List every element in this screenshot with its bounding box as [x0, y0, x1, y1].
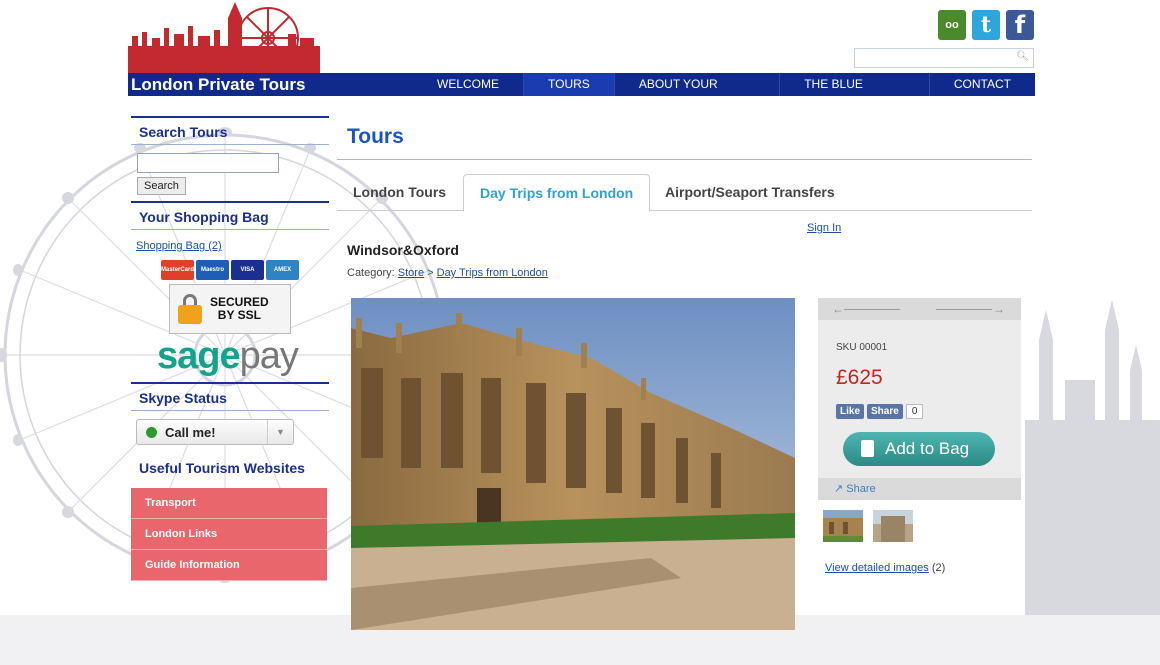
ssl-text: SECURED BY SSL	[210, 296, 269, 322]
facebook-like-button[interactable]: Like	[836, 404, 865, 419]
arrow-left-line	[844, 309, 900, 310]
tripadvisor-icon[interactable]: oo	[938, 10, 966, 40]
product-price: £625	[836, 366, 883, 389]
site-search-input[interactable]: 🔍︎	[854, 48, 1034, 68]
skype-status-heading: Skype Status	[131, 382, 329, 411]
sidebar: Search Tours Search Your Shopping Bag Sh…	[131, 116, 329, 581]
useful-websites-heading: Useful Tourism Websites	[139, 460, 305, 476]
skype-status-icon	[146, 427, 157, 438]
amex-icon: AMEX	[266, 260, 299, 280]
category-day-trips-link[interactable]: Day Trips from London	[437, 267, 548, 279]
shopping-bag-heading: Your Shopping Bag	[131, 201, 329, 230]
nav-about-your-guide[interactable]: ABOUT YOUR GUIDE	[615, 73, 781, 114]
twitter-icon[interactable]: t	[972, 10, 1000, 40]
sagepay-pay: pay	[239, 335, 299, 377]
ssl-badge: SECURED BY SSL	[169, 284, 291, 334]
breadcrumb: Category: Store > Day Trips from London	[347, 267, 548, 279]
share-label[interactable]: Share	[846, 483, 875, 495]
social-links: oo t f	[938, 10, 1034, 40]
tour-tabs: London Tours Day Trips from London Airpo…	[337, 174, 1032, 212]
add-to-bag-button[interactable]: Add to Bag	[843, 432, 995, 466]
shopping-bag-link[interactable]: Shopping Bag (2)	[131, 230, 329, 252]
link-guide-information[interactable]: Guide Information	[131, 550, 327, 581]
ssl-line-2: BY SSL	[217, 308, 261, 322]
facebook-share-count: 0	[905, 404, 924, 419]
nav-the-blue-badge[interactable]: THE BLUE BADGE	[780, 73, 930, 114]
thumbnail-image[interactable]	[823, 510, 863, 542]
tab-day-trips[interactable]: Day Trips from London	[463, 174, 651, 212]
visa-icon: VISA	[231, 260, 264, 280]
tour-search-input[interactable]	[137, 153, 279, 173]
share-link[interactable]: ↗ Share	[818, 478, 1021, 500]
london-skyline-logo[interactable]	[128, 0, 320, 74]
payment-cards: MasterCard Maestro VISA AMEX	[161, 260, 329, 280]
arrow-left-icon[interactable]: ←	[832, 302, 844, 316]
link-transport[interactable]: Transport	[131, 488, 327, 519]
add-to-bag-label[interactable]: Add to Bag	[885, 439, 969, 458]
share-icon: ↗	[834, 483, 844, 495]
search-icon[interactable]: 🔍︎	[1016, 51, 1029, 62]
chevron-down-icon[interactable]: ▼	[267, 420, 293, 444]
mastercard-icon: MasterCard	[161, 260, 194, 280]
maestro-icon: Maestro	[196, 260, 229, 280]
skyline-watermark	[1025, 300, 1160, 620]
skype-call-label[interactable]: Call me!	[165, 425, 216, 440]
facebook-icon[interactable]: f	[1006, 10, 1034, 40]
shopping-bag-link-text[interactable]: Shopping Bag	[136, 240, 205, 252]
thumbnail-image[interactable]	[873, 510, 913, 542]
category-store-link[interactable]: Store	[398, 267, 424, 279]
breadcrumb-separator: >	[427, 267, 434, 279]
link-london-links[interactable]: London Links	[131, 519, 327, 550]
nav-tours[interactable]: TOURS	[524, 73, 615, 96]
view-detailed-images-link[interactable]: View detailed images	[825, 562, 929, 574]
tab-london-tours[interactable]: London Tours	[337, 174, 462, 211]
nav-contact[interactable]: CONTACT	[930, 73, 1035, 96]
search-tours-heading: Search Tours	[131, 116, 329, 145]
detailed-images-count: (2)	[931, 562, 946, 574]
main-navbar: London Private Tours WELCOME TOURS ABOUT…	[128, 73, 1035, 114]
page-title: Tours	[337, 116, 1032, 160]
facebook-actions: Like Share 0	[836, 404, 924, 419]
sign-in-link[interactable]: Sign In	[807, 222, 841, 234]
tab-airport-transfers[interactable]: Airport/Seaport Transfers	[649, 174, 851, 211]
sagepay-logo: sagepay	[157, 336, 329, 376]
facebook-share-button[interactable]: Share	[867, 404, 903, 419]
product-sku: SKU 00001	[836, 342, 888, 353]
useful-links-menu: Transport London Links Guide Information	[131, 488, 327, 581]
sagepay-sage: sage	[157, 335, 241, 377]
page-wrapper: oo t f 🔍︎ London Private Tours WELCOME T…	[128, 0, 1036, 665]
search-button[interactable]: Search	[137, 177, 186, 195]
skype-call-button[interactable]: Call me! ▼	[136, 419, 294, 445]
shopping-bag-icon	[861, 440, 874, 457]
arrow-right-line	[936, 309, 992, 310]
shopping-bag-count: (2)	[208, 240, 222, 252]
site-title[interactable]: London Private Tours	[131, 75, 305, 95]
padlock-icon	[178, 294, 202, 324]
main-nav: WELCOME TOURS ABOUT YOUR GUIDE THE BLUE …	[413, 73, 1035, 114]
arrow-right-icon[interactable]: →	[993, 302, 1005, 316]
main-content: Tours London Tours Day Trips from London…	[337, 116, 1032, 630]
thumbnail-strip	[823, 510, 913, 542]
purchase-panel: ← → SKU 00001 £625 Like Share 0 Add to B…	[818, 298, 1021, 500]
product-photo[interactable]	[351, 298, 795, 630]
carousel-arrows: ← →	[818, 298, 1021, 320]
product-name: Windsor&Oxford	[347, 242, 459, 258]
detailed-images: View detailed images (2)	[825, 562, 945, 574]
category-label: Category:	[347, 267, 395, 279]
nav-welcome[interactable]: WELCOME	[413, 73, 525, 96]
